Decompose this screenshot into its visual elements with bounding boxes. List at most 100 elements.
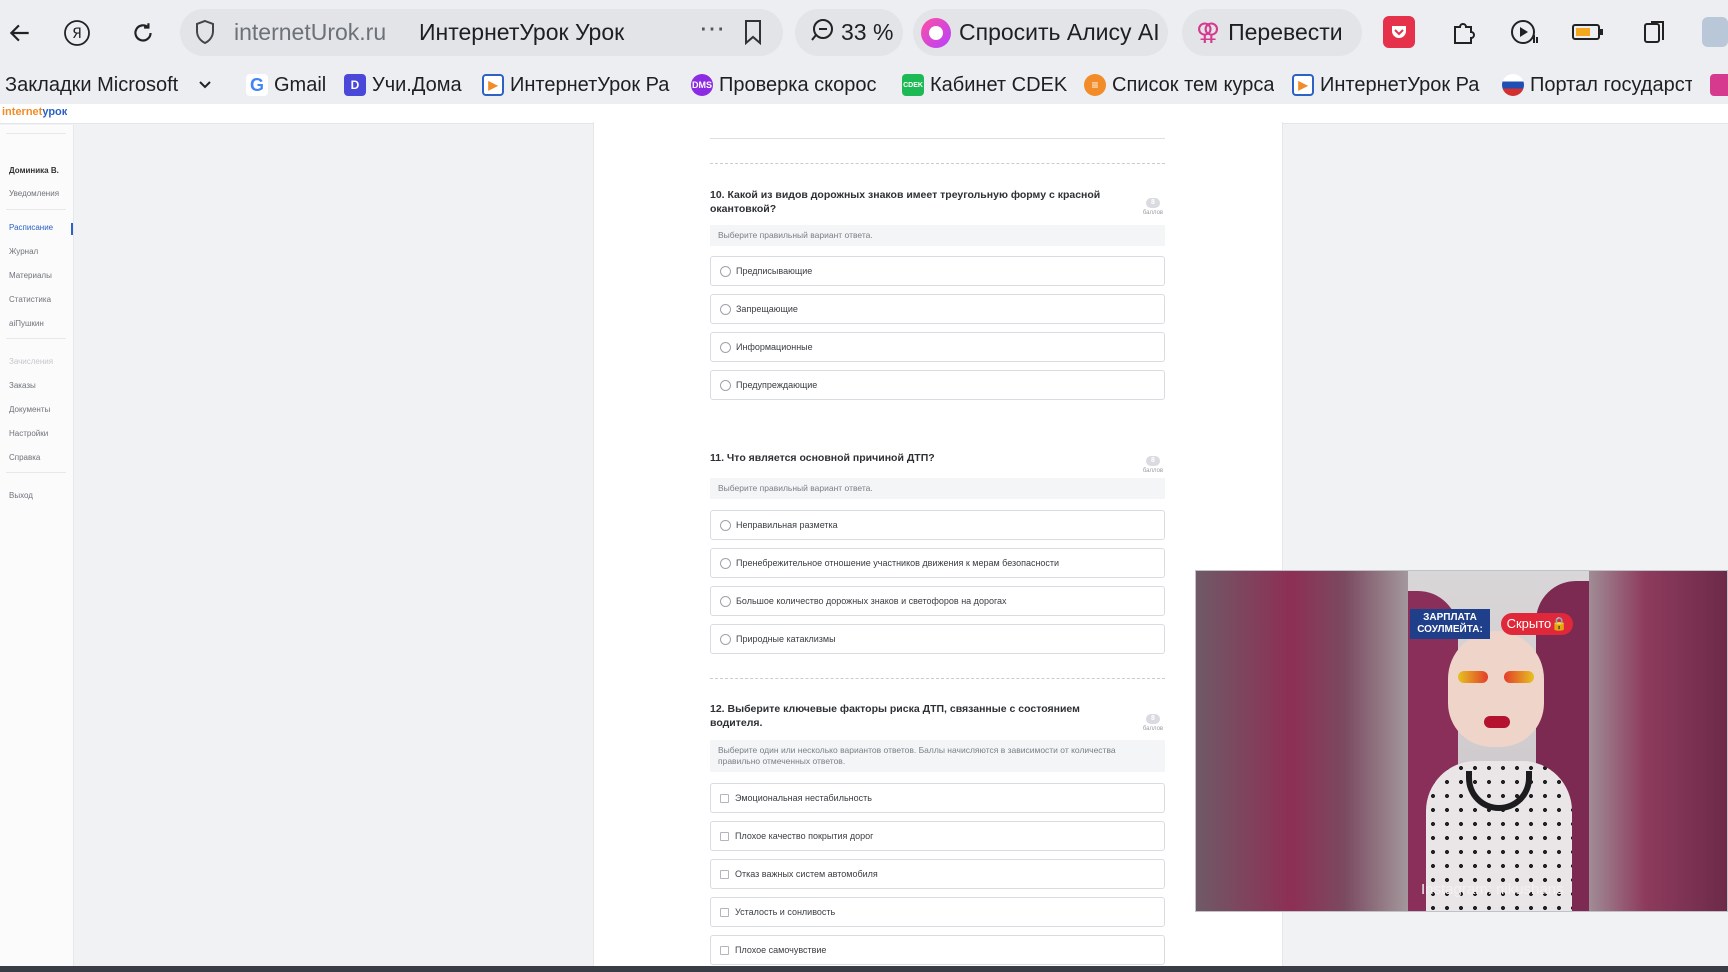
google-icon: G [246, 74, 268, 96]
video-caption-hidden: Скрыто🔒 [1501, 613, 1573, 635]
radio-button[interactable] [720, 303, 731, 315]
checkbox[interactable] [720, 907, 729, 917]
sidebar-user-name[interactable]: Доминика В. [9, 166, 59, 175]
bookmark-gosuslugi[interactable]: Портал государст [1502, 72, 1692, 98]
reload-icon[interactable] [123, 13, 163, 53]
alice-label: Спросить Алису AI [959, 19, 1160, 45]
profile-avatar-icon[interactable] [1702, 14, 1728, 50]
shield-icon [194, 19, 216, 50]
radio-button[interactable] [720, 265, 731, 277]
answer-option[interactable]: Информационные [710, 332, 1165, 362]
collections-icon[interactable] [1637, 14, 1673, 50]
answer-option[interactable]: Природные катаклизмы [710, 624, 1165, 654]
bookmark-cdek[interactable]: CDEK Кабинет CDEK [902, 72, 1068, 98]
sidebar-item-statistics[interactable]: Статистика [9, 295, 51, 304]
translate-icon: ⚢ [1196, 19, 1221, 46]
bookmark-folder-microsoft[interactable]: Закладки Microsoft E [5, 72, 185, 98]
bookmark-course-topics[interactable]: ≡ Список тем курса [1084, 72, 1274, 98]
question-11-instruction: Выберите правильный вариант ответа. [710, 478, 1165, 499]
sidebar-item-enrollments[interactable]: Зачисления [9, 357, 53, 366]
question-10-instruction: Выберите правильный вариант ответа. [710, 225, 1165, 246]
translate-label: Перевести [1228, 19, 1343, 45]
answer-option[interactable]: Запрещающие [710, 294, 1165, 324]
video-blur-right [1589, 571, 1727, 911]
checkbox[interactable] [720, 945, 729, 955]
video-watermark: Instagram: nikushans [1421, 881, 1564, 898]
site-header: internetурок [0, 104, 1728, 124]
answer-option[interactable]: Предупреждающие [710, 370, 1165, 400]
answer-option[interactable]: Отказ важных систем автомобиля [710, 859, 1165, 889]
play-icon: ▶ [1292, 74, 1314, 96]
sidebar-item-notifications[interactable]: Уведомления [9, 189, 59, 198]
question-10-points: 8 баллов [1142, 198, 1164, 216]
answer-option[interactable]: Предписывающие [710, 256, 1165, 286]
bookmarks-more-chevron-icon[interactable] [198, 72, 212, 98]
translate-button[interactable]: ⚢ Перевести [1182, 9, 1362, 56]
yandex-logo-icon[interactable]: Я [57, 13, 97, 53]
sidebar-item-journal[interactable]: Журнал [9, 247, 38, 256]
answer-option[interactable]: Пренебрежительное отношение участников д… [710, 548, 1165, 578]
bookmark-internetUrok-2[interactable]: ▶ ИнтернетУрок Ра [1292, 72, 1482, 98]
browser-toolbar: Я internetUrok.ru ИнтернетУрок Урок ⋯ 33… [0, 0, 1728, 66]
play-icon: ▶ [482, 74, 504, 96]
cdek-icon: CDEK [902, 74, 924, 96]
checkbox[interactable] [720, 793, 729, 803]
question-12-instruction: Выберите один или несколько вариантов от… [710, 740, 1165, 772]
zoom-chat-icon [809, 17, 835, 49]
bookmarks-bar: Закладки Microsoft E G Gmail D Учи.Дома … [0, 66, 1728, 104]
answer-option[interactable]: Большое количество дорожных знаков и све… [710, 586, 1165, 616]
bookmark-speed-test[interactable]: DMS Проверка скорос [691, 72, 883, 98]
media-playback-icon[interactable] [1507, 14, 1543, 50]
question-divider [710, 138, 1165, 139]
bookmark-overflow-icon[interactable] [1710, 72, 1728, 98]
sidebar-item-materials[interactable]: Материалы [9, 271, 52, 280]
question-12-title: 12. Выберите ключевые факторы риска ДТП,… [710, 703, 1080, 729]
bookmark-uchi-doma[interactable]: D Учи.Дома [344, 72, 464, 98]
video-caption: ЗАРПЛАТА СОУЛМЕЙТА: [1410, 609, 1490, 639]
zoom-control[interactable]: 33 % [795, 9, 903, 56]
answer-option[interactable]: Плохое качество покрытия дорог [710, 821, 1165, 851]
sidebar-item-documents[interactable]: Документы [9, 405, 50, 414]
question-12-points: 8 баллов [1142, 714, 1164, 732]
answer-option[interactable]: Неправильная разметка [710, 510, 1165, 540]
answer-option[interactable]: Усталость и сонливость [710, 897, 1165, 927]
sidebar: Доминика В. Уведомления Расписание Журна… [0, 125, 74, 966]
answer-option[interactable]: Эмоциональная нестабильность [710, 783, 1165, 813]
bookmark-internetUrok-1[interactable]: ▶ ИнтернетУрок Ра [482, 72, 670, 98]
radio-button[interactable] [720, 595, 731, 607]
zoom-level: 33 % [841, 19, 894, 45]
question-divider [710, 678, 1165, 679]
alice-ai-button[interactable]: Спросить Алису AI [913, 9, 1168, 56]
speedtest-icon: DMS [691, 74, 713, 96]
site-logo[interactable]: internetурок [2, 106, 67, 118]
picture-in-picture-video[interactable]: ЗАРПЛАТА СОУЛМЕЙТА: Скрыто🔒 Instagram: n… [1195, 570, 1728, 912]
bookmark-icon[interactable] [742, 19, 764, 50]
address-bar[interactable]: internetUrok.ru ИнтернетУрок Урок ⋯ [180, 9, 783, 56]
sidebar-active-indicator [71, 223, 73, 235]
url-host: internetUrok.ru [234, 19, 387, 45]
more-dots-icon[interactable]: ⋯ [699, 13, 726, 44]
radio-button[interactable] [720, 557, 731, 569]
checkbox[interactable] [720, 869, 729, 879]
answer-option[interactable]: Плохое самочувствие [710, 935, 1165, 965]
sidebar-item-logout[interactable]: Выход [9, 491, 33, 500]
question-11-title: 11. Что является основной причиной ДТП? [710, 452, 935, 464]
checkbox[interactable] [720, 831, 729, 841]
extensions-puzzle-icon[interactable] [1446, 14, 1482, 50]
sidebar-item-help[interactable]: Справка [9, 453, 40, 462]
radio-button[interactable] [720, 379, 731, 391]
radio-button[interactable] [720, 341, 731, 353]
pocket-extension-icon[interactable] [1381, 14, 1417, 50]
sidebar-item-orders[interactable]: Заказы [9, 381, 36, 390]
svg-text:Я: Я [72, 26, 82, 42]
radio-button[interactable] [720, 519, 731, 531]
uchi-doma-icon: D [344, 74, 366, 96]
sidebar-item-schedule[interactable]: Расписание [9, 223, 53, 232]
sidebar-item-aipushkin[interactable]: aiПушкин [9, 319, 44, 328]
battery-icon [1570, 14, 1606, 50]
radio-button[interactable] [720, 633, 731, 645]
bookmark-gmail[interactable]: G Gmail [246, 72, 331, 98]
sidebar-item-settings[interactable]: Настройки [9, 429, 48, 438]
back-arrow-icon[interactable] [0, 13, 40, 53]
question-divider [710, 163, 1165, 164]
